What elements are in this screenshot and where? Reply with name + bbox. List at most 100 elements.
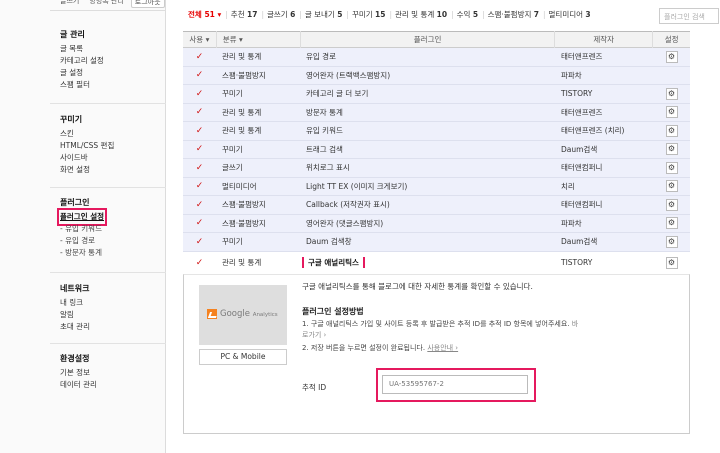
table-row-selected[interactable]: ✓ 관리 및 통계 구글 애널리틱스 TISTORY ⚙ [183, 251, 690, 274]
shortcut-link-continued[interactable]: 로가기 › [302, 330, 326, 340]
row-maker: 파파차 [561, 218, 582, 228]
sidebar-item-inflow-keyword[interactable]: - 유입 키워드 [60, 223, 104, 235]
table-row[interactable]: ✓ 스팸·불펌방지 Callback (저작권자 표시) 태터앤컴퍼니 ⚙ [183, 196, 690, 215]
logout-button[interactable]: 로그아웃 [130, 0, 165, 8]
sidebar-item-post-list[interactable]: 글 목록 [60, 43, 104, 55]
row-category: 스팸·불펌방지 [222, 200, 266, 210]
check-icon[interactable]: ✓ [183, 89, 216, 99]
row-plugin-name: 구글 애널리틱스 [302, 257, 365, 268]
row-maker: 태터앤프렌즈 [561, 52, 603, 62]
guestbook-link[interactable]: 방명록 관리 [86, 0, 126, 8]
sidebar-item-invite[interactable]: 초대 관리 [60, 321, 90, 333]
tracking-id-input[interactable] [382, 374, 528, 394]
row-maker: 파파차 [561, 70, 582, 80]
row-plugin-name: 방문자 통계 [306, 107, 343, 117]
how-to-title: 플러그인 설정방법 [302, 306, 364, 316]
filter-spam[interactable]: 스팸·불펌방지 7 [488, 9, 539, 20]
usage-guide-link[interactable]: 사용안내 › [427, 344, 458, 352]
table-row[interactable]: ✓ 관리 및 통계 방문자 통계 태터앤프렌즈 ⚙ [183, 103, 690, 122]
gear-icon[interactable]: ⚙ [665, 256, 678, 269]
check-icon[interactable]: ✓ [183, 200, 216, 210]
filter-revenue[interactable]: 수익 5 [457, 9, 478, 20]
check-icon[interactable]: ✓ [183, 218, 216, 228]
table-row[interactable]: ✓ 꾸미기 Daum 검색창 Daum검색 ⚙ [183, 233, 690, 252]
plugin-table: 사용 ▾ 분류 ▾ 플러그인 제작자 설정 ✓ 관리 및 통계 유입 경로 태터앤프렌… [183, 31, 690, 434]
table-row[interactable]: ✓ 관리 및 통계 유입 키워드 태터앤프렌즈 (치리) ⚙ [183, 122, 690, 141]
row-category: 관리 및 통계 [222, 126, 262, 136]
category-filter-bar: 전체 51 ▾ | 추천 17 | 글쓰기 6 | 글 보내기 5 | 꾸미기 … [188, 9, 591, 20]
gear-icon[interactable]: ⚙ [665, 124, 678, 137]
gear-icon[interactable]: ⚙ [665, 161, 678, 174]
check-icon[interactable]: ✓ [183, 126, 216, 136]
divider [50, 103, 166, 104]
table-row[interactable]: ✓ 꾸미기 트래그 검색 Daum검색 ⚙ [183, 140, 690, 159]
sidebar-item-inflow-path[interactable]: - 유입 경로 [60, 235, 104, 247]
sidebar-item-spam-filter[interactable]: 스팸 필터 [60, 79, 104, 91]
row-category: 꾸미기 [222, 144, 243, 154]
gear-icon[interactable]: ⚙ [665, 50, 678, 63]
menu-title-network: 네트워크 [60, 284, 90, 293]
main-content: 전체 51 ▾ | 추천 17 | 글쓰기 6 | 글 보내기 5 | 꾸미기 … [166, 0, 720, 453]
sidebar-item-my-links[interactable]: 내 링크 [60, 297, 90, 309]
logo-text: Google [220, 308, 250, 319]
header-category[interactable]: 분류 ▾ [217, 34, 300, 45]
sidebar-item-skin[interactable]: 스킨 [60, 128, 114, 140]
check-icon[interactable]: ✓ [183, 107, 216, 117]
sidebar-item-sidebar[interactable]: 사이드바 [60, 152, 114, 164]
table-row[interactable]: ✓ 스팸·불펌방지 영어완자 (트랙백스팸방지) 파파차 [183, 66, 690, 85]
check-icon[interactable]: ✓ [183, 52, 216, 62]
write-link[interactable]: 글쓰기 [57, 0, 82, 8]
gear-icon[interactable]: ⚙ [665, 87, 678, 100]
filter-decorate[interactable]: 꾸미기 15 [352, 9, 386, 20]
row-category: 스팸·불펌방지 [222, 218, 266, 228]
filter-stats[interactable]: 관리 및 통계 10 [395, 9, 447, 20]
gear-icon[interactable]: ⚙ [665, 143, 678, 156]
how-to-step-2: 2. 저장 버튼을 누르면 설정이 완료됩니다. 사용안내 › [302, 343, 459, 352]
gear-icon[interactable]: ⚙ [665, 198, 678, 211]
filter-send[interactable]: 글 보내기 5 [305, 9, 343, 20]
check-icon[interactable]: ✓ [183, 258, 216, 268]
menu-title-plugins: 플러그인 [60, 198, 90, 207]
check-icon[interactable]: ✓ [183, 181, 216, 191]
sidebar-item-visitor-stats[interactable]: - 방문자 통계 [60, 247, 104, 259]
gear-icon[interactable]: ⚙ [665, 106, 678, 119]
row-maker: TISTORY [561, 89, 593, 99]
row-maker: TISTORY [561, 258, 593, 267]
row-maker: 태터앤프렌즈 [561, 107, 603, 117]
plugin-detail-panel: Google Analytics PC & Mobile 구글 애널리틱스를 통… [183, 273, 690, 434]
sidebar-item-html-css[interactable]: HTML/CSS 편집 [60, 140, 114, 152]
check-icon[interactable]: ✓ [183, 163, 216, 173]
gear-icon[interactable]: ⚙ [665, 180, 678, 193]
sidebar-item-data-management[interactable]: 데이터 관리 [60, 379, 97, 391]
gear-icon[interactable]: ⚙ [665, 217, 678, 230]
sidebar-item-basic-info[interactable]: 기본 정보 [60, 367, 97, 379]
table-row[interactable]: ✓ 글쓰기 위치로그 표시 태터앤컴퍼니 ⚙ [183, 159, 690, 178]
google-analytics-logo-icon [207, 308, 217, 319]
row-plugin-name: Callback (저작권자 표시) [306, 200, 390, 210]
sidebar-item-category-settings[interactable]: 카테고리 설정 [60, 55, 104, 67]
table-row[interactable]: ✓ 관리 및 통계 유입 경로 태터앤프렌즈 ⚙ [183, 48, 690, 67]
sidebar-item-post-settings[interactable]: 글 설정 [60, 67, 104, 79]
row-plugin-name: 유입 키워드 [306, 126, 343, 136]
filter-multimedia[interactable]: 멀티미디어 3 [549, 9, 591, 20]
row-maker: Daum검색 [561, 144, 598, 154]
row-plugin-name: 위치로그 표시 [306, 163, 350, 173]
sidebar-item-notifications[interactable]: 알림 [60, 309, 90, 321]
shortcut-link[interactable]: 바 [572, 320, 578, 328]
gear-icon[interactable]: ⚙ [665, 235, 678, 248]
header-use[interactable]: 사용 ▾ [183, 34, 216, 45]
check-icon[interactable]: ✓ [183, 70, 216, 80]
table-row[interactable]: ✓ 스팸·불펌방지 영어완자 (댓글스팸방지) 파파차 ⚙ [183, 214, 690, 233]
filter-writing[interactable]: 글쓰기 6 [267, 9, 295, 20]
menu-group-decorate: 꾸미기 스킨 HTML/CSS 편집 사이드바 화면 설정 [60, 114, 114, 176]
check-icon[interactable]: ✓ [183, 237, 216, 247]
table-row[interactable]: ✓ 꾸미기 카테고리 글 더 보기 TISTORY ⚙ [183, 85, 690, 104]
check-icon[interactable]: ✓ [183, 144, 216, 154]
sidebar-item-screen-settings[interactable]: 화면 설정 [60, 164, 114, 176]
filter-recommended[interactable]: 추천 17 [231, 9, 258, 20]
plugin-search-input[interactable]: 플러그인 검색 [659, 8, 719, 24]
filter-all[interactable]: 전체 51 ▾ [188, 9, 221, 20]
table-row[interactable]: ✓ 멀티미디어 Light TT EX (이미지 크게보기) 치리 ⚙ [183, 177, 690, 196]
sidebar-item-plugin-settings[interactable]: 플러그인 설정 [56, 208, 108, 226]
divider [50, 272, 166, 273]
